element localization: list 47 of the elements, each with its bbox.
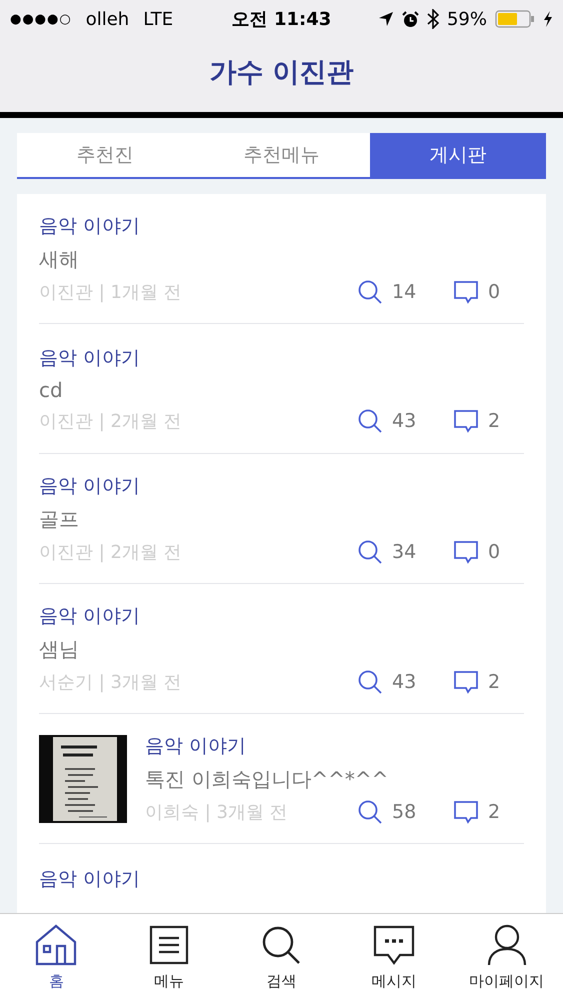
view-count: 14	[392, 281, 416, 303]
page-title: 가수 이진관	[209, 57, 354, 88]
post-category: 음악 이야기	[39, 214, 140, 239]
post-title[interactable]: 톡진 이희숙입니다^^*^^	[145, 766, 388, 793]
charging-bolt-icon	[543, 11, 553, 27]
battery-icon	[495, 10, 535, 28]
view-count: 43	[392, 671, 416, 693]
comment-count: 2	[488, 671, 500, 693]
comment-count: 2	[488, 801, 500, 823]
network-type: LTE	[143, 8, 174, 30]
alarm-clock-icon	[402, 10, 419, 28]
battery-percent: 59%	[446, 8, 487, 30]
comment-icon	[454, 670, 478, 694]
search-icon	[358, 800, 382, 824]
carrier-name: olleh	[86, 8, 130, 30]
comment-count: 0	[488, 281, 500, 303]
comment-count: 2	[488, 410, 500, 432]
person-icon	[486, 924, 528, 966]
post-category: 음악 이야기	[39, 867, 140, 892]
post-category: 음악 이야기	[39, 474, 140, 499]
menu-icon	[148, 924, 190, 966]
comment-icon	[454, 408, 478, 432]
tab[interactable]: 게시판	[370, 133, 546, 177]
post-title[interactable]: cd	[39, 378, 63, 402]
comment-count: 0	[488, 541, 500, 563]
view-count: 58	[392, 801, 416, 823]
clock-time: 오전 11:43	[232, 9, 332, 30]
post-category: 음악 이야기	[145, 734, 246, 759]
post-category: 음악 이야기	[39, 346, 140, 370]
post-title[interactable]: 샘님	[39, 636, 79, 663]
bluetooth-icon	[426, 9, 439, 29]
search-icon	[358, 670, 382, 694]
comment-icon	[454, 540, 478, 564]
comment-icon	[454, 280, 478, 304]
chat-bubble-icon	[373, 924, 416, 966]
search-icon	[358, 280, 382, 304]
location-arrow-icon	[378, 11, 394, 27]
post-title[interactable]: 골프	[39, 506, 79, 533]
signal-strength: ●●●●○	[10, 12, 72, 26]
search-icon	[358, 408, 382, 432]
search-icon	[358, 540, 382, 564]
post-category: 음악 이야기	[39, 604, 140, 629]
view-count: 43	[392, 410, 416, 432]
home-icon	[35, 924, 78, 966]
comment-icon	[454, 800, 478, 824]
post-title[interactable]: 새해	[39, 246, 79, 273]
view-count: 34	[392, 541, 416, 563]
